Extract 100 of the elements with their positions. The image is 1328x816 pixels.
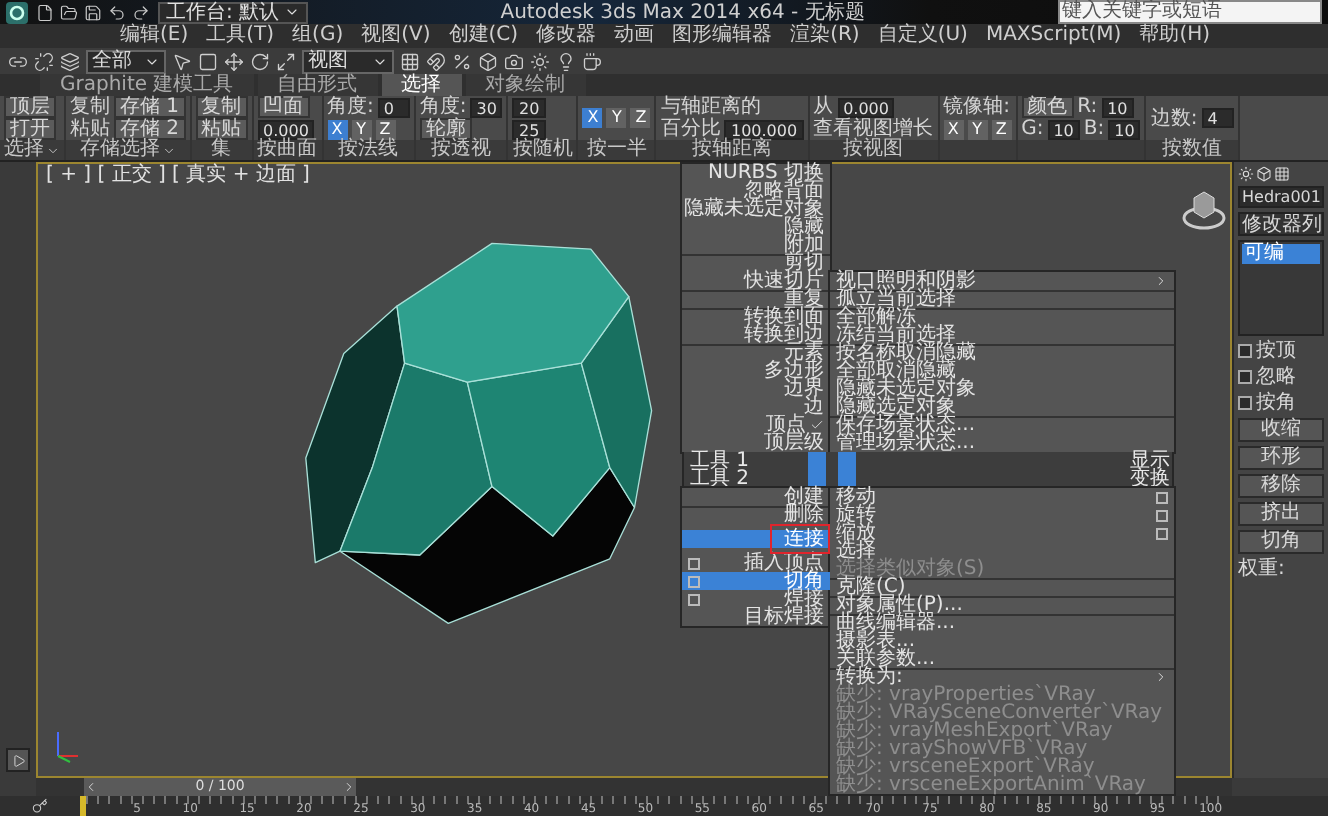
ribbon-button[interactable]: 顶层 bbox=[4, 96, 56, 118]
ribbon-button[interactable]: 存储 2 bbox=[114, 118, 186, 140]
folder-icon[interactable] bbox=[60, 3, 78, 21]
group-label[interactable]: 选择 bbox=[0, 140, 64, 160]
menu-item[interactable]: 图形编辑器 bbox=[672, 24, 773, 48]
redo-icon[interactable] bbox=[132, 3, 150, 21]
menu-item[interactable]: 忽略背面 bbox=[682, 182, 830, 200]
menu-item[interactable]: 视图(V) bbox=[361, 24, 431, 48]
menu-item[interactable]: 连接 bbox=[682, 530, 830, 548]
panel-button[interactable]: 挤出 bbox=[1238, 502, 1324, 526]
menu-item[interactable]: 隐藏未选定对象 bbox=[682, 200, 830, 218]
number-field[interactable]: 0.000 bbox=[837, 97, 895, 117]
group-label[interactable]: 存储选择 bbox=[66, 140, 190, 160]
move-icon[interactable] bbox=[224, 51, 244, 71]
ribbon-tab[interactable]: 自由形式 bbox=[257, 74, 378, 96]
scale-icon[interactable] bbox=[276, 51, 296, 71]
menu-item[interactable]: 边 bbox=[682, 398, 830, 416]
checkbox[interactable] bbox=[1238, 396, 1252, 410]
axis-toggle[interactable]: Y bbox=[351, 119, 372, 139]
number-field[interactable]: 10 bbox=[1101, 97, 1134, 117]
options-box-icon[interactable] bbox=[1156, 509, 1168, 521]
menu-item[interactable]: 切角 bbox=[682, 572, 830, 590]
ribbon-button[interactable]: 凹面 bbox=[257, 96, 310, 118]
modifier-list-dropdown[interactable]: 修改器列 bbox=[1238, 212, 1324, 236]
menu-item[interactable]: 旋转 bbox=[830, 506, 1174, 524]
link-icon[interactable] bbox=[8, 51, 28, 71]
menu-item[interactable]: 修改器 bbox=[536, 24, 597, 48]
number-field[interactable]: 30 bbox=[470, 97, 503, 117]
axis-toggle[interactable]: Z bbox=[630, 108, 651, 128]
menu-item[interactable]: 保存场景状态... bbox=[830, 416, 1174, 434]
axis-toggle[interactable]: X bbox=[582, 108, 603, 128]
grid-icon[interactable] bbox=[400, 51, 420, 71]
new-file-icon[interactable] bbox=[36, 3, 54, 21]
menu-item[interactable]: 全部解冻 bbox=[830, 308, 1174, 326]
menu-item[interactable]: 按名称取消隐藏 bbox=[830, 344, 1174, 362]
menu-item[interactable]: NURBS 切换 bbox=[682, 164, 830, 182]
ribbon-tab[interactable]: Graphite 建模工具 bbox=[40, 74, 254, 96]
number-field[interactable]: 4 bbox=[1201, 108, 1234, 128]
key-icon[interactable] bbox=[32, 798, 48, 814]
menu-item[interactable]: 克隆(C) bbox=[830, 578, 1174, 596]
light-bulb-icon[interactable] bbox=[556, 51, 576, 71]
menu-item[interactable]: 编辑(E) bbox=[120, 24, 189, 48]
menu-item[interactable]: MAXScript(M) bbox=[985, 24, 1122, 48]
menu-item[interactable]: 关联参数... bbox=[830, 650, 1174, 668]
number-field[interactable]: 100.000 bbox=[724, 119, 804, 139]
box-icon[interactable] bbox=[478, 51, 498, 71]
number-field[interactable]: 25 bbox=[512, 119, 546, 139]
sun-icon[interactable] bbox=[1238, 166, 1254, 182]
ribbon-button[interactable]: 打开 bbox=[4, 118, 56, 140]
menu-item[interactable]: 动画 bbox=[614, 24, 655, 48]
menu-item[interactable]: 渲染(R) bbox=[790, 24, 860, 48]
menu-item[interactable]: 顶层级 bbox=[682, 434, 830, 452]
axis-toggle[interactable]: Z bbox=[375, 119, 396, 139]
menu-item[interactable]: 元素 bbox=[682, 344, 830, 362]
ribbon-button[interactable]: 复制 bbox=[195, 96, 248, 118]
panel-button[interactable]: 切角 bbox=[1238, 530, 1324, 554]
ribbon-tab[interactable]: 对象绘制 bbox=[465, 74, 586, 96]
menu-item[interactable]: 边界 bbox=[682, 380, 830, 398]
axis-toggle[interactable]: X bbox=[943, 119, 964, 139]
ribbon-button[interactable]: 轮廓 bbox=[419, 118, 472, 140]
percent-snap-icon[interactable] bbox=[452, 51, 472, 71]
menu-item[interactable]: 缩放 bbox=[830, 524, 1174, 542]
caret-icon[interactable] bbox=[283, 4, 300, 20]
unlink-icon[interactable] bbox=[34, 51, 54, 71]
menu-item[interactable]: 冻结当前选择 bbox=[830, 326, 1174, 344]
layers-icon[interactable] bbox=[60, 51, 80, 71]
panel-button[interactable]: 移除 bbox=[1238, 474, 1324, 498]
number-field[interactable]: 0 bbox=[377, 97, 410, 117]
menu-item[interactable]: 组(G) bbox=[292, 24, 344, 48]
checkbox[interactable] bbox=[1238, 370, 1252, 384]
ribbon-button[interactable]: 颜色 bbox=[1021, 96, 1074, 118]
menu-item[interactable]: 目标焊接 bbox=[682, 608, 830, 626]
app-logo-icon[interactable] bbox=[6, 1, 28, 23]
menu-item[interactable]: 删除 bbox=[682, 506, 830, 524]
number-field[interactable]: 20 bbox=[512, 97, 546, 117]
axis-toggle[interactable]: X bbox=[327, 119, 348, 139]
menu-item[interactable]: 全部取消隐藏 bbox=[830, 362, 1174, 380]
options-box-icon[interactable] bbox=[1156, 491, 1168, 503]
ribbon-button[interactable]: 粘贴 bbox=[195, 118, 248, 140]
viewport-label[interactable]: [ + ] [ 正交 ] [ 真实 + 边面 ] bbox=[46, 166, 310, 186]
camera-icon[interactable] bbox=[504, 51, 524, 71]
workspace-dropdown[interactable]: 工作台: 默认 bbox=[158, 1, 308, 23]
panel-button[interactable]: 收缩 bbox=[1238, 418, 1324, 442]
grid-icon[interactable] bbox=[1274, 166, 1290, 182]
ribbon-tab[interactable]: 选择 bbox=[381, 74, 462, 96]
ribbon-button[interactable]: 存储 1 bbox=[114, 96, 186, 118]
box-icon[interactable] bbox=[1256, 166, 1272, 182]
menu-item[interactable]: 隐藏未选定对象 bbox=[830, 380, 1174, 398]
axis-toggle[interactable]: Z bbox=[991, 119, 1012, 139]
menu-item[interactable]: 多边形 bbox=[682, 362, 830, 380]
viewcube-icon[interactable] bbox=[1182, 188, 1226, 232]
menu-item[interactable]: 自定义(U) bbox=[877, 24, 968, 48]
reference-coordinate-dropdown[interactable]: 视图 bbox=[302, 49, 394, 73]
number-field[interactable]: 0.000 bbox=[257, 119, 315, 139]
menu-item[interactable]: 附加 bbox=[682, 236, 830, 254]
options-box-icon[interactable] bbox=[688, 593, 700, 605]
object-name-field[interactable]: Hedra001 bbox=[1238, 186, 1324, 208]
menu-item[interactable]: 转换为: bbox=[830, 668, 1174, 686]
axis-toggle[interactable]: Y bbox=[606, 108, 627, 128]
menu-item[interactable]: 转换到边 bbox=[682, 326, 830, 344]
